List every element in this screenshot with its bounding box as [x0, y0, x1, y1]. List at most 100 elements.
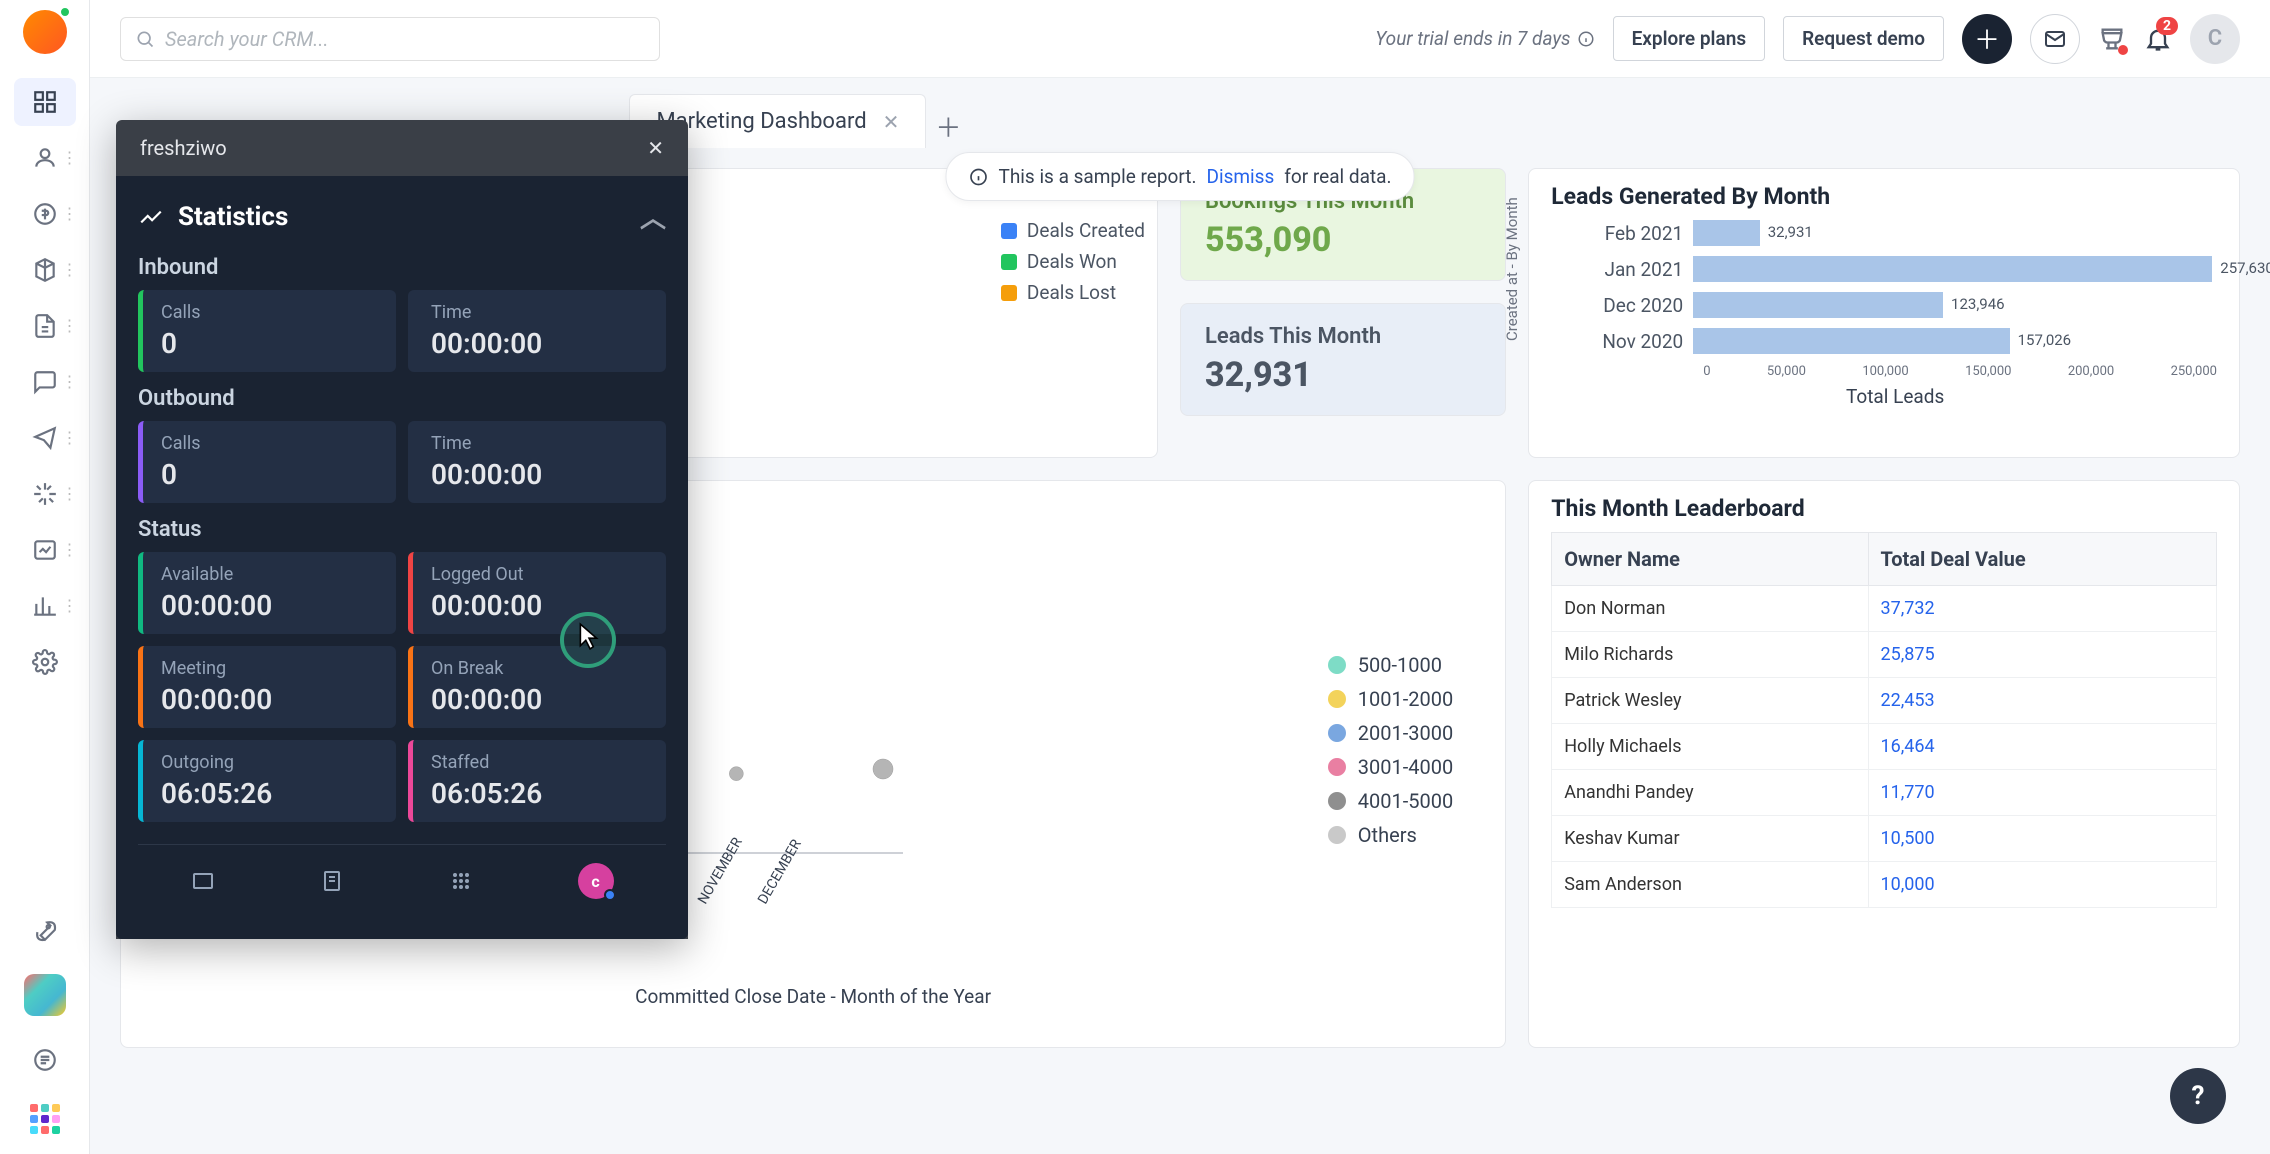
section-status: Status [138, 517, 666, 542]
bubble-x-title: Committed Close Date - Month of the Year [143, 985, 1483, 1008]
nav-settings[interactable] [14, 638, 76, 686]
outbound-calls-box: Calls0 [138, 421, 396, 503]
cursor-arrow-icon [578, 622, 600, 650]
panel-close-icon[interactable]: ✕ [647, 136, 664, 160]
tab-add-button[interactable]: ＋ [926, 104, 970, 148]
dismiss-link[interactable]: Dismiss [1206, 165, 1274, 188]
panel-header[interactable]: freshziwo ✕ [116, 120, 688, 176]
search-input[interactable] [165, 27, 645, 51]
outbound-time-box: Time00:00:00 [408, 421, 666, 503]
y-axis-label: Created at - By Month [1503, 197, 1521, 341]
table-row: Milo Richards25,875 [1552, 632, 2217, 678]
table-row: Holly Michaels16,464 [1552, 724, 2217, 770]
status-staffed: Staffed06:05:26 [408, 740, 666, 822]
panel-title: Statistics [178, 202, 288, 232]
leads-by-month-card: Leads Generated By Month Created at - By… [1528, 168, 2240, 458]
footer-avatar[interactable]: c [578, 863, 614, 899]
nav-automation[interactable]: ⋮ [14, 470, 76, 518]
marketplace-dot [2118, 45, 2128, 55]
leaderboard-card: This Month Leaderboard Owner Name Total … [1528, 480, 2240, 1048]
sample-report-banner: This is a sample report. Dismiss for rea… [946, 152, 1415, 201]
inbound-calls-box: Calls0 [138, 290, 396, 372]
deals-legend: Deals Created Deals Won Deals Lost [1001, 219, 1145, 304]
inbound-time-box: Time00:00:00 [408, 290, 666, 372]
kpi-value: 32,931 [1205, 355, 1481, 395]
nav-activities[interactable]: ⋮ [14, 526, 76, 574]
legend-item: Deals Created [1027, 219, 1145, 242]
status-available: Available00:00:00 [138, 552, 396, 634]
trial-text: Your trial ends in 7 days [1375, 27, 1594, 50]
footer-window-icon[interactable] [191, 869, 215, 893]
table-row: Keshav Kumar10,500 [1552, 816, 2217, 862]
new-button[interactable]: ＋ [1962, 14, 2012, 64]
help-button[interactable]: ? [2170, 1068, 2226, 1124]
col-value: Total Deal Value [1868, 533, 2216, 586]
trend-icon [138, 204, 164, 230]
marketplace-icon[interactable] [2098, 25, 2126, 53]
leaderboard-table: Owner Name Total Deal Value Don Norman37… [1551, 532, 2217, 908]
legend-item: Deals Lost [1027, 281, 1116, 304]
nav-contacts[interactable]: ⋮ [14, 134, 76, 182]
x-axis-title: Total Leads [1573, 385, 2217, 408]
kpi-leads: Leads This Month 32,931 [1180, 303, 1506, 416]
legend-item: Deals Won [1027, 250, 1117, 273]
status-loggedout: Logged Out00:00:00 [408, 552, 666, 634]
notifications-icon[interactable]: 2 [2144, 25, 2172, 53]
info-icon [1577, 30, 1595, 48]
explore-plans-button[interactable]: Explore plans [1613, 16, 1766, 61]
section-inbound: Inbound [138, 255, 666, 280]
col-owner: Owner Name [1552, 533, 1868, 586]
panel-brand: freshziwo [140, 136, 227, 160]
section-outbound: Outbound [138, 386, 666, 411]
status-onbreak: On Break00:00:00 [408, 646, 666, 728]
card-title: This Month Leaderboard [1551, 495, 2217, 522]
hbar-row: Dec 2020123,946 [1573, 292, 2217, 318]
nav-campaigns[interactable]: ⋮ [14, 414, 76, 462]
table-row: Don Norman37,732 [1552, 586, 2217, 632]
hbar-row: Jan 2021257,630 [1573, 256, 2217, 282]
table-row: Patrick Wesley22,453 [1552, 678, 2217, 724]
chevron-up-icon[interactable]: ︿ [640, 198, 666, 235]
kpi-label: Leads This Month [1205, 324, 1481, 349]
panel-footer: c [138, 844, 666, 917]
freshziwo-panel[interactable]: freshziwo ✕ Statistics ︿ Inbound Calls0 … [116, 120, 688, 939]
nav-rocket[interactable] [14, 906, 76, 954]
request-demo-button[interactable]: Request demo [1783, 16, 1944, 61]
nav-reports[interactable]: ⋮ [14, 582, 76, 630]
table-row: Anandhi Pandey11,770 [1552, 770, 2217, 816]
kpi-value: 553,090 [1205, 220, 1481, 260]
status-outgoing: Outgoing06:05:26 [138, 740, 396, 822]
info-icon [969, 167, 989, 187]
nav-conversations[interactable]: ⋮ [14, 358, 76, 406]
user-avatar[interactable]: C [2190, 14, 2240, 64]
nav-products[interactable]: ⋮ [14, 246, 76, 294]
brand-logo[interactable] [23, 10, 67, 54]
statistics-header[interactable]: Statistics ︿ [138, 198, 666, 235]
banner-text: This is a sample report. [999, 165, 1197, 188]
table-row: Sam Anderson10,000 [1552, 862, 2217, 908]
presence-dot [59, 6, 71, 18]
status-meeting: Meeting00:00:00 [138, 646, 396, 728]
x-axis-ticks: 050,000100,000150,000200,000250,000 [1573, 364, 2217, 379]
app-color-logo[interactable] [24, 974, 66, 1016]
kpi-column: Bookings This Month 553,090 Leads This M… [1180, 168, 1506, 458]
bubble-legend: 500-10001001-20002001-30003001-40004001-… [1328, 653, 1453, 847]
nav-dashboard[interactable] [14, 78, 76, 126]
left-sidebar: ⋮ ⋮ ⋮ ⋮ ⋮ ⋮ ⋮ ⋮ ⋮ [0, 0, 90, 1154]
tab-close-icon[interactable]: ✕ [883, 110, 900, 134]
topbar: Your trial ends in 7 days Explore plans … [90, 0, 2270, 78]
search-icon [135, 29, 155, 49]
nav-deals[interactable]: ⋮ [14, 190, 76, 238]
app-switcher-icon[interactable] [30, 1104, 60, 1134]
mail-icon[interactable] [2030, 14, 2080, 64]
card-title: Leads Generated By Month [1551, 183, 2217, 210]
search-box[interactable] [120, 17, 660, 61]
footer-contacts-icon[interactable] [320, 869, 344, 893]
hbar-row: Nov 2020157,026 [1573, 328, 2217, 354]
nav-chat-bubble[interactable] [14, 1036, 76, 1084]
footer-dialpad-icon[interactable] [449, 869, 473, 893]
hbar-row: Feb 202132,931 [1573, 220, 2217, 246]
nav-documents[interactable]: ⋮ [14, 302, 76, 350]
notification-badge: 2 [2156, 17, 2178, 35]
banner-tail: for real data. [1284, 165, 1391, 188]
